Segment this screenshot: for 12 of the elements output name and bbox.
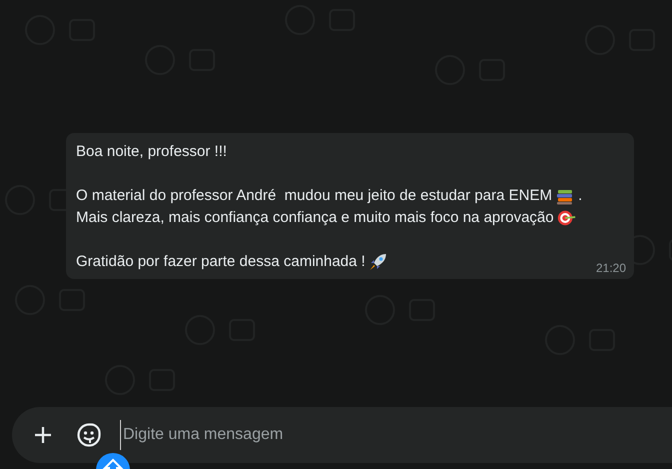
message-text: Boa noite, professor !!!: [76, 142, 227, 162]
rocket-icon: [368, 252, 388, 272]
message-text: Mais clareza, mais confiança confiança e muito mais foco na aprovação: [76, 208, 554, 228]
message-text: O material do professor André mudou meu jeito de estudar para ENEM: [76, 186, 552, 206]
message-field[interactable]: Digite uma mensagem: [12, 407, 672, 463]
message-input[interactable]: Digite uma mensagem: [120, 420, 672, 450]
target-icon: [556, 208, 577, 228]
plus-icon: [34, 426, 52, 444]
sticker-icon: [76, 422, 102, 448]
message-text: .: [578, 186, 582, 206]
message-text: Gratidão por fazer parte dessa caminhada !: [76, 252, 366, 272]
message-time: 21:20: [596, 261, 626, 275]
